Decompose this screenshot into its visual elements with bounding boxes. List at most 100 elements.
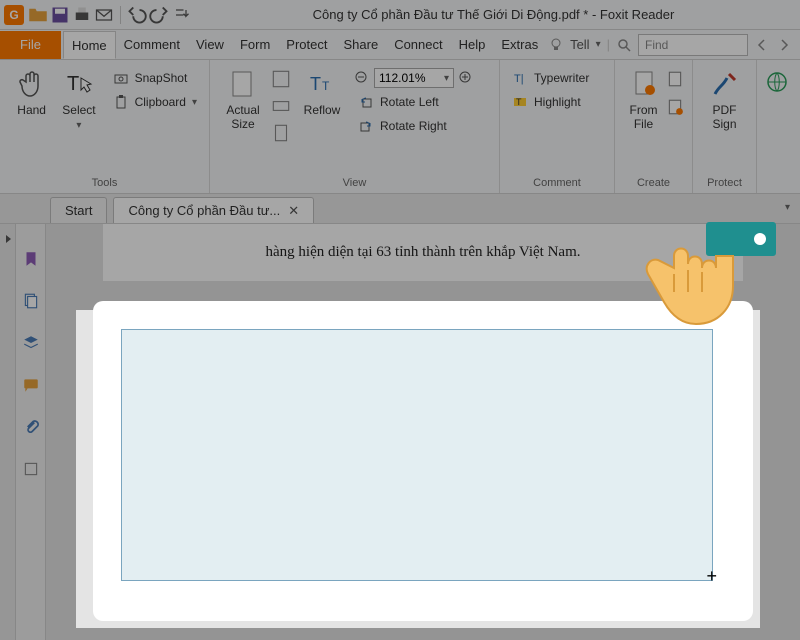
bookmark-icon[interactable]	[22, 250, 40, 268]
menu-connect[interactable]: Connect	[386, 31, 450, 59]
rotate-right-label: Rotate Right	[380, 119, 447, 133]
group-label-view: View	[218, 175, 491, 191]
quick-access-toolbar	[28, 5, 191, 25]
hand-label: Hand	[17, 104, 46, 118]
tell-me-dropdown-icon[interactable]: ▾	[596, 39, 601, 50]
redo-icon[interactable]	[149, 5, 169, 25]
open-icon[interactable]	[28, 5, 48, 25]
select-tool-button[interactable]: T Select ▾	[55, 64, 102, 132]
fit-page-icon[interactable]	[270, 68, 292, 90]
from-file-icon	[628, 68, 660, 100]
qat-separator	[120, 6, 121, 24]
menu-share[interactable]: Share	[335, 31, 386, 59]
hand-icon	[16, 68, 48, 100]
title-bar: G Công ty Cổ phần Đầu tư Thế Giới Di Độn…	[0, 0, 800, 30]
ribbon-group-protect: PDF Sign Protect	[693, 60, 757, 193]
actual-size-button[interactable]: Actual Size	[218, 64, 268, 132]
tab-start[interactable]: Start	[50, 197, 107, 223]
from-file-label: From File	[630, 104, 658, 132]
typewriter-button[interactable]: T| Typewriter	[508, 68, 593, 88]
tutorial-hand-pointer-icon	[628, 216, 778, 351]
rotate-right-button[interactable]: Rotate Right	[354, 116, 474, 136]
zoom-value: 112.01%	[379, 71, 425, 85]
zoom-in-icon[interactable]	[458, 70, 474, 86]
undo-icon[interactable]	[127, 5, 147, 25]
print-icon[interactable]	[72, 5, 92, 25]
attachments-icon[interactable]	[22, 418, 40, 436]
close-icon[interactable]: ✕	[288, 203, 299, 219]
crosshair-cursor-icon: +	[706, 566, 717, 587]
group-label-protect: Protect	[701, 175, 748, 191]
menu-home[interactable]: Home	[63, 31, 116, 59]
highlight-label: Highlight	[534, 95, 581, 109]
snapshot-label: SnapShot	[135, 71, 188, 85]
email-icon[interactable]	[94, 5, 114, 25]
reflow-button[interactable]: TT Reflow	[294, 64, 350, 118]
hand-tool-button[interactable]: Hand	[8, 64, 55, 118]
find-next-icon[interactable]	[776, 37, 792, 53]
ribbon-group-create: From File Create	[615, 60, 693, 193]
menu-extras[interactable]: Extras	[493, 31, 546, 59]
globe-icon[interactable]	[765, 70, 789, 94]
qat-more-icon[interactable]	[171, 5, 191, 25]
ribbon-group-tools: Hand T Select ▾ SnapShot Clipboard ▾ Tool…	[0, 60, 210, 193]
select-label: Select	[62, 103, 95, 117]
file-menu[interactable]: File	[0, 31, 61, 59]
ribbon-group-view: Actual Size TT Reflow 112.01%▾ Rota	[210, 60, 500, 193]
clipboard-button[interactable]: Clipboard ▾	[109, 92, 201, 112]
pages-icon[interactable]	[22, 292, 40, 310]
menu-help[interactable]: Help	[451, 31, 494, 59]
actual-size-label: Actual Size	[226, 104, 259, 132]
rotate-left-icon	[358, 94, 374, 110]
layers-icon[interactable]	[22, 334, 40, 352]
search-icon[interactable]	[616, 37, 632, 53]
typewriter-label: Typewriter	[534, 71, 589, 85]
tab-document[interactable]: Công ty Cổ phần Đầu tư... ✕	[113, 197, 314, 223]
tell-me[interactable]: Tell	[570, 37, 590, 52]
from-clipboard-icon[interactable]	[666, 98, 684, 116]
highlight-button[interactable]: T Highlight	[508, 92, 593, 112]
fit-width-icon[interactable]	[270, 95, 292, 117]
menu-comment[interactable]: Comment	[116, 31, 188, 59]
find-input[interactable]: Find	[638, 34, 748, 56]
highlight-icon: T	[512, 94, 528, 110]
page-icon	[227, 68, 259, 100]
ribbon: Hand T Select ▾ SnapShot Clipboard ▾ Tool…	[0, 60, 800, 194]
select-cursor-icon: T	[63, 68, 95, 100]
from-file-button[interactable]: From File	[623, 64, 664, 132]
group-label-comment: Comment	[508, 175, 606, 191]
zoom-combo[interactable]: 112.01%▾	[374, 68, 454, 88]
menu-view[interactable]: View	[188, 31, 232, 59]
group-label-tools: Tools	[8, 175, 201, 191]
menu-protect[interactable]: Protect	[278, 31, 335, 59]
comments-icon[interactable]	[22, 376, 40, 394]
svg-text:T: T	[322, 79, 330, 93]
signature-field-rect[interactable]	[121, 329, 713, 581]
signatures-icon[interactable]	[22, 460, 40, 478]
reflow-label: Reflow	[304, 104, 341, 118]
menu-form[interactable]: Form	[232, 31, 278, 59]
svg-text:T|: T|	[514, 73, 524, 85]
snapshot-button[interactable]: SnapShot	[109, 68, 201, 88]
rotate-right-icon	[358, 118, 374, 134]
tabs-dropdown-icon[interactable]: ▾	[785, 202, 790, 213]
pdf-sign-button[interactable]: PDF Sign	[701, 64, 748, 132]
lightbulb-icon[interactable]	[548, 37, 564, 53]
rotate-left-button[interactable]: Rotate Left	[354, 92, 474, 112]
save-icon[interactable]	[50, 5, 70, 25]
document-text-line: hàng hiện diện tại 63 tỉnh thành trên kh…	[133, 244, 713, 261]
clipboard-icon	[113, 94, 129, 110]
ribbon-group-more	[757, 60, 800, 193]
chevron-down-icon: ▾	[76, 120, 81, 131]
fit-visible-icon[interactable]	[270, 122, 292, 144]
group-label-create: Create	[623, 175, 684, 191]
tab-start-label: Start	[65, 203, 92, 218]
find-prev-icon[interactable]	[754, 37, 770, 53]
zoom-out-icon[interactable]	[354, 70, 370, 86]
svg-text:T: T	[67, 73, 79, 95]
menu-strip: File Home Comment View Form Protect Shar…	[0, 30, 800, 60]
side-panel-toggle[interactable]	[0, 224, 16, 640]
svg-text:T: T	[516, 97, 522, 107]
pdf-sign-label: PDF Sign	[712, 104, 736, 132]
blank-pdf-icon[interactable]	[666, 70, 684, 88]
